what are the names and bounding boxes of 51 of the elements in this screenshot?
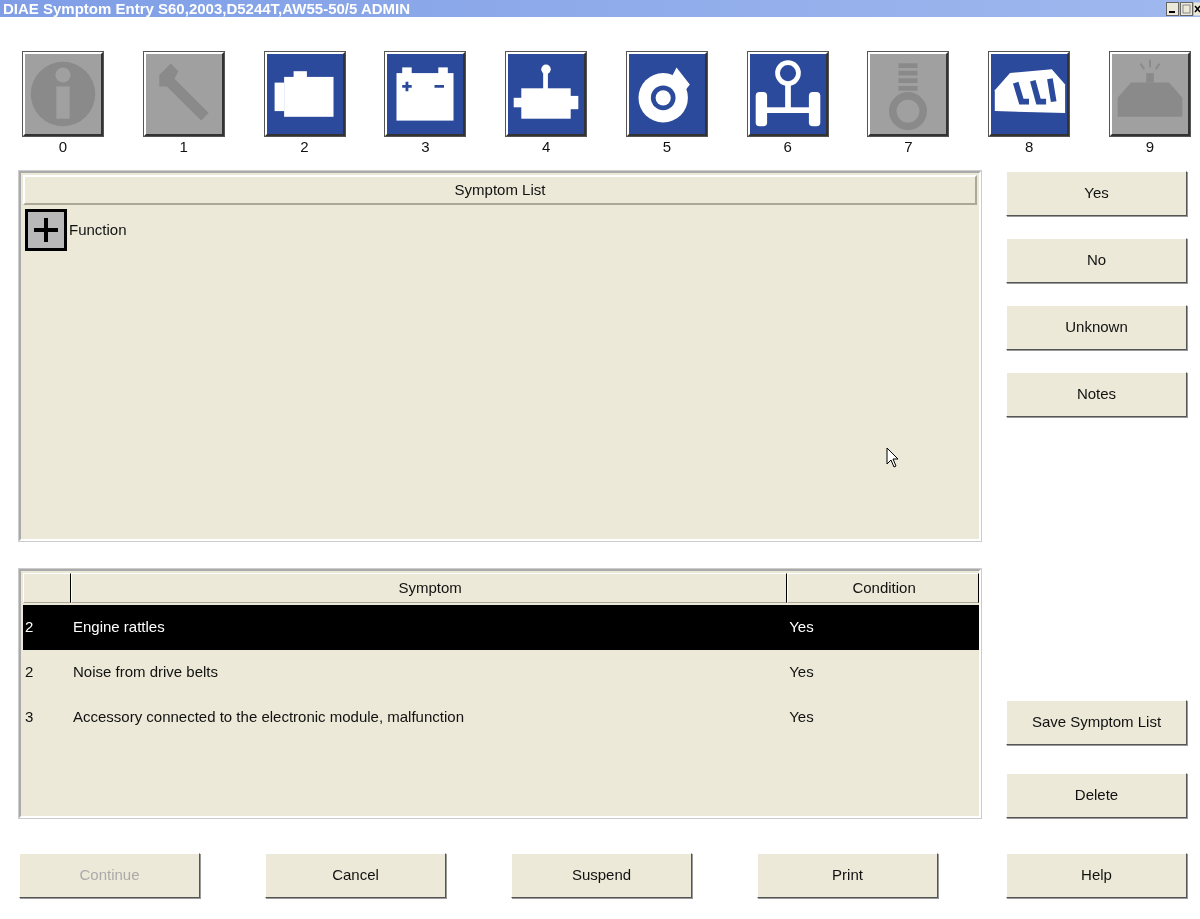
expand-icon[interactable] [25,209,67,251]
table-row[interactable]: 2 Engine rattles Yes [23,605,979,650]
mouse-cursor-icon [886,447,900,469]
table-cell-text: Noise from drive belts [71,662,219,683]
table-cell-text: Yes [788,617,815,638]
dialog-button[interactable]: Suspend [511,853,692,898]
table-cell-text: Accessory connected to the electronic module, malfunction [71,707,465,728]
table-cell-text: Yes [788,707,815,728]
car-beacon-icon[interactable] [1109,52,1190,136]
table-cell-text: 2 [24,662,35,683]
side-button[interactable]: Delete [1006,773,1187,818]
table-cell-text: Engine rattles [71,617,166,638]
maximize-icon[interactable] [1180,1,1193,16]
tree-item[interactable]: Function [69,218,127,242]
icon-number-label: 5 [662,138,671,156]
icon-number-label: 6 [783,138,792,156]
dialog-button[interactable]: Cancel [265,853,446,898]
side-button[interactable]: Yes [1006,171,1187,216]
engine-icon[interactable] [264,52,345,136]
table-header [23,573,71,603]
table-cell-text: 3 [24,707,35,728]
table-cell-text: Yes [788,662,815,683]
info-icon[interactable] [23,52,103,136]
steering-axle-icon[interactable] [747,52,828,136]
close-icon[interactable] [1194,1,1200,16]
icon-number-label: 1 [179,138,188,156]
icon-number-label: 2 [300,138,309,156]
wrench-icon[interactable] [143,52,224,136]
window-title: DIAE Symptom Entry S60,2003,D5244T,AW55-50/5 ADMIN [2,0,411,17]
icon-number-label: 7 [904,138,913,156]
table-cell-text: 2 [24,617,35,638]
dialog-button[interactable]: Help [1006,853,1187,898]
icon-number-label: 4 [541,138,551,156]
battery-icon[interactable] [385,52,466,136]
spring-icon[interactable] [868,52,949,136]
side-button[interactable]: Notes [1006,372,1187,417]
icon-number-label: 3 [421,138,430,156]
panel-title: Symptom List [454,179,546,200]
dialog-button[interactable]: Print [757,853,938,898]
side-button[interactable]: Unknown [1006,305,1187,350]
side-button[interactable]: No [1006,238,1187,283]
table-header[interactable]: Symptom [70,573,788,603]
side-button[interactable]: Save Symptom List [1006,700,1187,745]
icon-number-label: 8 [1024,138,1034,156]
icon-number-label: 0 [58,138,68,156]
minimize-icon[interactable] [1166,1,1179,16]
table-row[interactable]: 2 Noise from drive belts Yes [23,650,979,695]
icon-number-label: 9 [1145,138,1155,156]
gearbox-icon[interactable] [506,52,587,136]
table-header[interactable]: Condition [787,573,979,603]
table-row[interactable]: 3 Accessory connected to the electronic module, malfunction Yes [23,695,979,740]
